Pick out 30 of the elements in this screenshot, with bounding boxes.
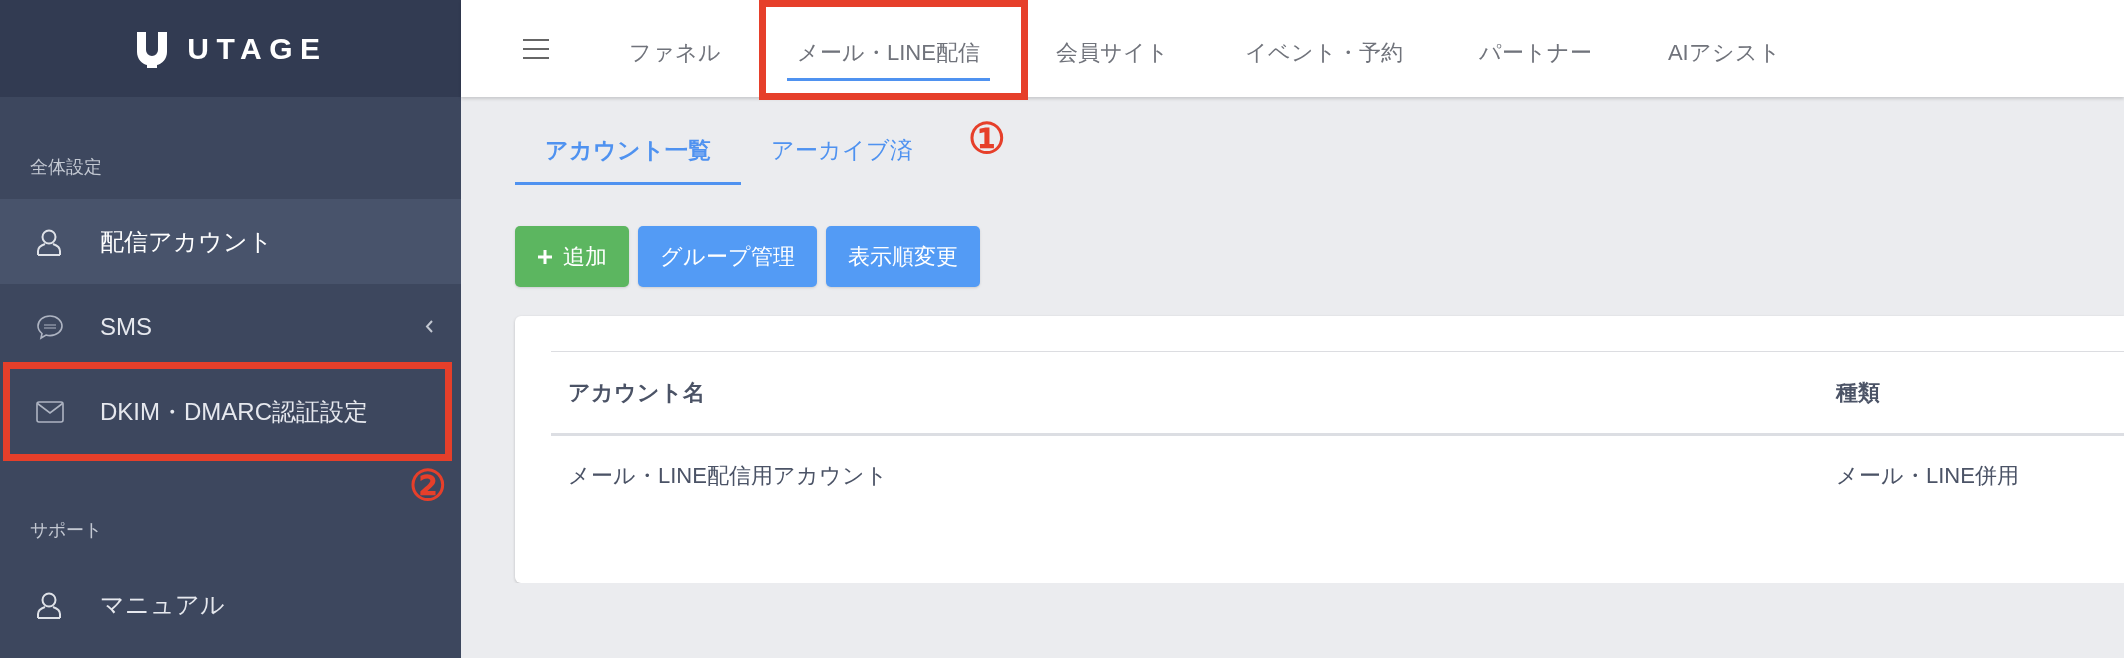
plus-icon (537, 248, 553, 265)
sidebar-item[interactable]: 配信アカウント (0, 199, 461, 284)
sms-bubble-icon (36, 313, 64, 340)
nav-tab[interactable]: 会員サイト (1045, 26, 1179, 81)
user-icon (36, 227, 62, 256)
annotation-number: ① (967, 118, 1006, 160)
section-title: 全体設定 (29, 156, 102, 179)
nav-tab[interactable]: メール・LINE配信 (787, 26, 990, 81)
action-button[interactable]: グループ管理 (638, 226, 817, 287)
nav-tab[interactable]: イベント・予約 (1234, 26, 1413, 81)
add-button[interactable]: 追加 (515, 226, 629, 287)
nav-tab[interactable]: パートナー (1468, 26, 1602, 81)
logo-text: UTAGE (187, 31, 328, 67)
annotation-number: ② (409, 465, 447, 507)
column-header: アカウント名 (551, 351, 1819, 435)
sub-tab[interactable]: アーカイブ済 (741, 119, 943, 185)
sidebar-item[interactable]: SMS (0, 284, 461, 369)
section-title: サポート (29, 519, 102, 542)
table-cell: メール・LINE併用 (1819, 434, 2124, 515)
sidebar-item[interactable]: DKIM・DMARC認証設定 (0, 369, 461, 454)
menu-icon[interactable] (521, 36, 551, 61)
nav-tab[interactable]: AIアシスト (1657, 26, 1791, 81)
sub-tab[interactable]: アカウント一覧 (515, 119, 741, 185)
user-icon (36, 590, 62, 619)
column-header: 種類 (1819, 351, 2124, 435)
mail-icon (36, 400, 64, 423)
sidebar-item[interactable]: マニュアル (0, 562, 461, 647)
nav-tab[interactable]: ファネル (619, 26, 731, 81)
table-cell: メール・LINE配信用アカウント (551, 434, 1819, 515)
action-button[interactable]: 表示順変更 (826, 226, 980, 287)
